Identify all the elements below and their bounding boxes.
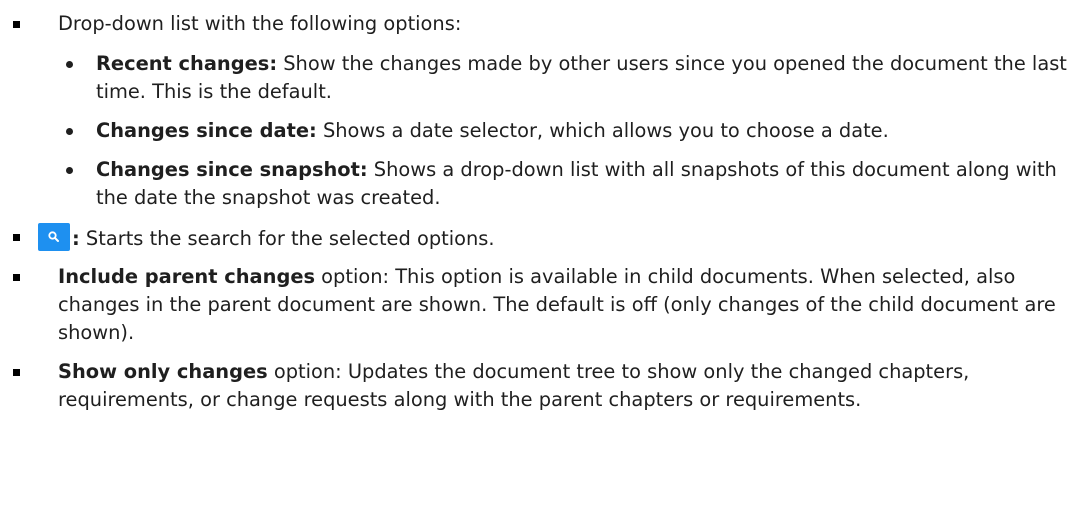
search-icon bbox=[48, 231, 59, 242]
options-list: Drop-down list with the following option… bbox=[0, 10, 1076, 425]
option-label: Recent changes: bbox=[96, 52, 278, 75]
list-item-show-only-changes: Show only changes option: Updates the do… bbox=[0, 358, 1076, 414]
square-bullet bbox=[13, 21, 20, 28]
option-label: Changes since snapshot: bbox=[96, 158, 368, 181]
list-item-dropdown: Drop-down list with the following option… bbox=[0, 10, 1076, 212]
document-page: Drop-down list with the following option… bbox=[0, 0, 1076, 531]
option-changes-since-snapshot: Changes since snapshot: Shows a drop-dow… bbox=[58, 156, 1068, 212]
round-bullet bbox=[66, 128, 73, 135]
square-bullet bbox=[13, 234, 20, 241]
search-colon: : bbox=[72, 227, 80, 250]
list-item-search: : Starts the search for the selected opt… bbox=[0, 223, 1076, 253]
option-changes-since-date: Changes since date: Shows a date selecto… bbox=[58, 117, 1068, 145]
round-bullet bbox=[66, 61, 73, 68]
option-label: Show only changes bbox=[58, 360, 268, 383]
square-bullet bbox=[13, 369, 20, 376]
round-bullet bbox=[66, 167, 73, 174]
search-button[interactable] bbox=[38, 223, 70, 251]
option-label: Include parent changes bbox=[58, 265, 316, 288]
option-description: Shows a date selector, which allows you … bbox=[316, 119, 889, 142]
search-description: Starts the search for the selected optio… bbox=[79, 227, 495, 250]
square-bullet bbox=[13, 274, 20, 281]
dropdown-options-list: Recent changes: Show the changes made by… bbox=[58, 50, 1068, 212]
option-recent-changes: Recent changes: Show the changes made by… bbox=[58, 50, 1068, 106]
option-label: Changes since date: bbox=[96, 119, 317, 142]
list-item-include-parent-changes: Include parent changes option: This opti… bbox=[0, 263, 1076, 347]
intro-text: Drop-down list with the following option… bbox=[58, 12, 462, 35]
